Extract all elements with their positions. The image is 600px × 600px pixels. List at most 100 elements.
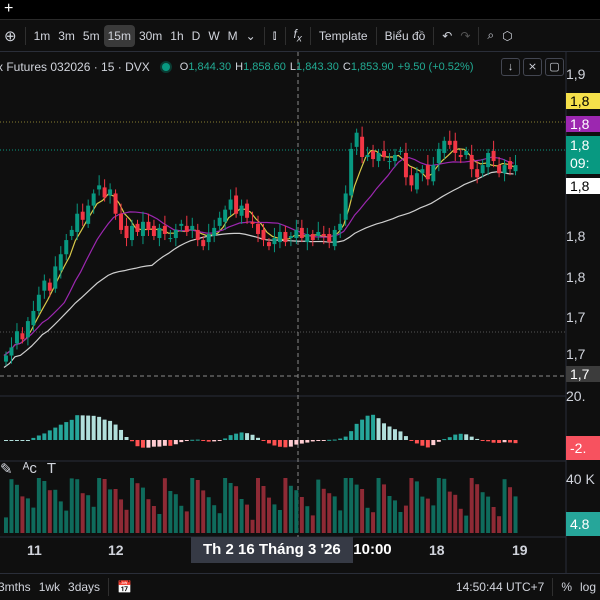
candle bbox=[53, 266, 58, 289]
volume-bar bbox=[458, 508, 463, 533]
macd-histogram-bar bbox=[409, 440, 414, 441]
macd-histogram-bar bbox=[338, 438, 343, 440]
candle bbox=[327, 233, 332, 243]
macd-histogram-bar bbox=[91, 415, 96, 440]
candle bbox=[354, 132, 359, 147]
collapse-icon[interactable]: ⨯ bbox=[523, 58, 542, 76]
candle bbox=[256, 223, 260, 234]
volume-bar bbox=[442, 478, 447, 533]
candle bbox=[288, 236, 293, 239]
time-label: 12 bbox=[108, 542, 124, 558]
candle bbox=[119, 213, 124, 230]
volume-bar bbox=[480, 492, 485, 533]
volume-bar bbox=[360, 489, 365, 533]
volume-bar bbox=[195, 480, 200, 533]
volume-bar bbox=[102, 479, 107, 533]
macd-histogram-bar bbox=[299, 440, 304, 444]
macd-histogram-bar bbox=[206, 440, 211, 442]
macd-histogram-bar bbox=[140, 440, 145, 448]
candle bbox=[371, 150, 376, 160]
maximize-icon[interactable]: ▢ bbox=[545, 58, 564, 76]
macd-histogram-bar bbox=[354, 423, 359, 440]
high-value: 1,858.60 bbox=[243, 61, 286, 73]
chart-canvas[interactable] bbox=[0, 0, 600, 600]
clock[interactable]: 14:50:44 UTC+7 bbox=[452, 576, 548, 598]
candle bbox=[480, 165, 485, 174]
volume-bar bbox=[409, 478, 414, 533]
macd-histogram-bar bbox=[442, 439, 447, 441]
bar-countdown: 09: bbox=[570, 155, 590, 171]
crosshair-time-label: Th 2 16 Tháng 3 '26 10:00 bbox=[191, 537, 392, 563]
volume-bar bbox=[245, 504, 250, 533]
candle bbox=[398, 150, 403, 152]
candle bbox=[382, 150, 387, 158]
arrow-down-icon[interactable]: ↓ bbox=[501, 58, 520, 76]
candle bbox=[338, 223, 343, 230]
price-tick: 1,9 bbox=[566, 66, 586, 82]
pencil-icon[interactable]: ✎ bbox=[0, 460, 13, 478]
volume-bar bbox=[420, 496, 425, 533]
macd-histogram-bar bbox=[9, 440, 14, 441]
volume-bar bbox=[398, 512, 403, 533]
candle bbox=[91, 193, 96, 206]
macd-value-tag: -2. bbox=[566, 436, 600, 460]
macd-histogram-bar bbox=[212, 440, 217, 442]
candle bbox=[217, 217, 222, 226]
candle bbox=[305, 233, 310, 243]
volume-bar bbox=[497, 516, 502, 533]
candle bbox=[343, 193, 348, 220]
candle bbox=[360, 136, 365, 158]
macd-histogram-bar bbox=[184, 440, 189, 442]
macd-histogram-bar bbox=[343, 436, 348, 440]
volume-bar bbox=[316, 479, 321, 533]
volume-bar bbox=[47, 490, 52, 533]
text-tool-icon[interactable]: ᴬc bbox=[23, 460, 37, 478]
goto-date-icon[interactable]: 📅 bbox=[113, 576, 136, 598]
candle bbox=[69, 229, 74, 237]
volume-bar bbox=[4, 517, 8, 533]
close-value: 1,853.90 bbox=[350, 61, 394, 73]
macd-histogram-bar bbox=[223, 438, 228, 440]
macd-histogram-bar bbox=[365, 415, 370, 440]
macd-histogram-bar bbox=[392, 429, 397, 440]
volume-bar bbox=[376, 478, 381, 533]
candle bbox=[299, 227, 304, 239]
volume-bar bbox=[502, 479, 507, 533]
range-1wk[interactable]: 1wk bbox=[35, 576, 64, 598]
volume-bar bbox=[31, 507, 36, 533]
candle bbox=[102, 187, 107, 198]
candle bbox=[190, 225, 195, 230]
macd-histogram-bar bbox=[239, 432, 244, 440]
range-3mths[interactable]: 3mths bbox=[0, 576, 35, 598]
volume-bar bbox=[64, 510, 69, 533]
symbol-title[interactable]: x Futures 032026 · 15 · DVX bbox=[0, 60, 150, 74]
volume-bar bbox=[36, 478, 41, 533]
price-tick: 1,8 bbox=[566, 228, 586, 244]
volume-bar bbox=[272, 504, 277, 533]
macd-histogram-bar bbox=[102, 419, 107, 440]
macd-histogram-bar bbox=[151, 440, 156, 447]
candle bbox=[425, 165, 430, 180]
range-3days[interactable]: 3days bbox=[64, 576, 104, 598]
macd-histogram-bar bbox=[491, 440, 496, 443]
volume-bar bbox=[239, 499, 244, 533]
candle bbox=[245, 203, 250, 218]
time-label: 18 bbox=[429, 542, 445, 558]
candle bbox=[151, 225, 156, 237]
text-icon[interactable]: T bbox=[47, 460, 56, 478]
candle bbox=[75, 213, 80, 232]
macd-histogram-bar bbox=[256, 437, 260, 440]
volume-bar bbox=[288, 485, 293, 533]
macd-histogram-bar bbox=[376, 418, 381, 440]
candle bbox=[508, 161, 513, 170]
candle bbox=[502, 165, 507, 174]
volume-bar bbox=[469, 478, 474, 533]
candle bbox=[250, 221, 255, 224]
percent-toggle[interactable]: % bbox=[557, 576, 576, 598]
macd-histogram-bar bbox=[420, 440, 425, 446]
log-toggle[interactable]: log bbox=[576, 576, 600, 598]
volume-bar bbox=[266, 497, 271, 533]
candle bbox=[414, 173, 419, 190]
macd-histogram-bar bbox=[25, 440, 30, 441]
macd-histogram-bar bbox=[508, 440, 513, 443]
